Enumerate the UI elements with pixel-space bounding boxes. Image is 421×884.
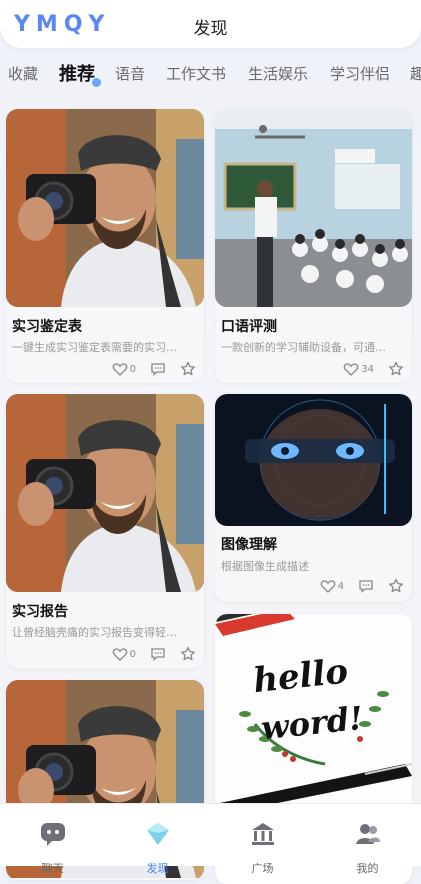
- nav-label: 我的: [356, 862, 379, 875]
- card-image: hello word!: [215, 614, 412, 814]
- card-image: [215, 109, 412, 307]
- comment-icon: [150, 646, 166, 662]
- tab-favorites[interactable]: 收藏: [8, 63, 38, 84]
- like-count: 0: [129, 363, 136, 375]
- tab-life-entertainment[interactable]: 生活娱乐: [248, 63, 308, 84]
- bottom-navigation: 聊天 发现 广场 我的: [0, 803, 421, 875]
- comment-button[interactable]: [150, 361, 166, 377]
- card-actions: 0: [112, 360, 196, 378]
- like-count: 0: [129, 648, 136, 660]
- card-description: 让曾经脑壳痛的实习报告变得轻…: [12, 626, 177, 639]
- tab-voice[interactable]: 语音: [115, 63, 145, 84]
- heart-icon: [112, 646, 128, 662]
- nav-label: 发现: [146, 862, 169, 875]
- favorite-button[interactable]: [388, 578, 404, 594]
- like-count: 4: [337, 580, 344, 592]
- comment-button[interactable]: [358, 578, 374, 594]
- discover-icon: [146, 823, 169, 845]
- star-icon: [180, 361, 196, 377]
- star-icon: [180, 646, 196, 662]
- comment-icon: [358, 578, 374, 594]
- favorite-button[interactable]: [180, 646, 196, 662]
- tab-recommended[interactable]: 推荐: [59, 60, 101, 87]
- nav-discover[interactable]: 发现: [105, 804, 210, 875]
- star-icon: [388, 361, 404, 377]
- card-actions: 0: [112, 645, 196, 663]
- card-title: 实习报告: [12, 604, 68, 620]
- star-icon: [388, 578, 404, 594]
- nav-label: 广场: [251, 862, 274, 875]
- nav-label: 聊天: [41, 862, 64, 875]
- card-description: 根据图像生成描述: [221, 560, 309, 573]
- tab-more[interactable]: 趣: [410, 63, 421, 84]
- favorite-button[interactable]: [388, 361, 404, 377]
- profile-icon: [355, 824, 380, 844]
- card-description: 一键生成实习鉴定表需要的实习…: [12, 341, 177, 354]
- app-card-image-understanding[interactable]: 图像理解 根据图像生成描述 4: [215, 394, 412, 602]
- nav-chat[interactable]: 聊天: [0, 804, 105, 875]
- heart-icon: [320, 578, 336, 594]
- active-indicator-dot: [92, 78, 101, 87]
- card-description: 一款创新的学习辅助设备，可通…: [221, 341, 386, 354]
- top-header: YMQY 发现: [0, 0, 421, 48]
- app-card-internship-appraisal[interactable]: 实习鉴定表 一键生成实习鉴定表需要的实习… 0: [6, 109, 204, 383]
- nav-profile[interactable]: 我的: [315, 804, 420, 875]
- favorite-button[interactable]: [180, 361, 196, 377]
- tab-study-companion[interactable]: 学习伴侣: [330, 63, 390, 84]
- like-button[interactable]: 34: [343, 361, 374, 377]
- tab-work-docs[interactable]: 工作文书: [166, 63, 226, 84]
- nav-square[interactable]: 广场: [210, 804, 315, 875]
- app-card-internship-report[interactable]: 实习报告 让曾经脑壳痛的实习报告变得轻… 0: [6, 394, 204, 668]
- card-title: 图像理解: [221, 537, 277, 553]
- comment-button[interactable]: [150, 646, 166, 662]
- museum-icon: [251, 823, 274, 845]
- comment-icon: [150, 361, 166, 377]
- heart-icon: [343, 361, 359, 377]
- like-button[interactable]: 0: [112, 646, 136, 662]
- card-image: [6, 394, 204, 592]
- card-title: 实习鉴定表: [12, 319, 82, 335]
- like-button[interactable]: 0: [112, 361, 136, 377]
- heart-icon: [112, 361, 128, 377]
- like-button[interactable]: 4: [320, 578, 344, 594]
- tab-recommended-label: 推荐: [59, 64, 95, 85]
- card-actions: 34: [343, 360, 404, 378]
- card-image: [215, 394, 412, 526]
- chat-icon: [40, 823, 65, 846]
- card-actions: 4: [320, 577, 404, 595]
- app-card-oral-evaluation[interactable]: 口语评测 一款创新的学习辅助设备，可通… 34: [215, 109, 412, 383]
- page-title: 发现: [193, 19, 228, 39]
- like-count: 34: [361, 363, 374, 375]
- card-title: 口语评测: [221, 319, 277, 335]
- card-image: [6, 109, 204, 307]
- category-tabs: 收藏 推荐 语音 工作文书 生活娱乐 学习伴侣 趣: [0, 58, 421, 88]
